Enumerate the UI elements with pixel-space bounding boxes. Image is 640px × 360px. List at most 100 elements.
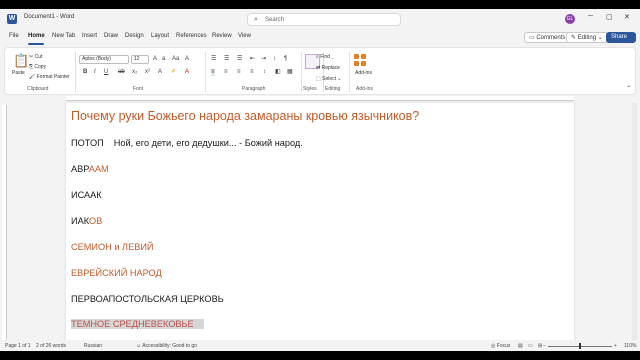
collapse-ribbon-icon[interactable]: ⌃ [626, 86, 631, 93]
paste-icon[interactable]: 📋 [13, 54, 29, 67]
find-label: Find [320, 54, 330, 60]
change-case-icon[interactable]: Aa [172, 56, 179, 63]
doc-line-text: ИАК [71, 216, 89, 226]
cut-button[interactable]: ✂ Cut [29, 54, 42, 60]
tab-design[interactable]: Design [125, 33, 144, 39]
decrease-indent-icon[interactable]: ⇤ [250, 56, 255, 63]
user-avatar[interactable]: GL [565, 14, 575, 24]
line-spacing-icon[interactable]: ↕ [263, 69, 266, 76]
tab-home[interactable]: Home [28, 33, 45, 39]
brush-icon: 🖌 [29, 74, 37, 80]
copy-label: Copy [34, 64, 47, 70]
text-effects-icon[interactable]: A [158, 69, 162, 76]
clear-formatting-icon[interactable]: A [185, 56, 189, 63]
ribbon: 📋 Paste ✂ Cut ⎘ Copy 🖌 Format Painter Cl… [4, 47, 636, 95]
doc-line-early-church: ПЕРВОАПОСТОЛЬСКАЯ ЦЕРКОВЬ [71, 294, 224, 304]
find-button[interactable]: ⌕ Find ⌄ [316, 54, 334, 60]
tab-view[interactable]: View [238, 33, 251, 39]
focus-button[interactable]: ◎ Focus [491, 343, 510, 349]
search-icon: ⌕ [254, 16, 258, 23]
numbering-icon[interactable]: ☰ [224, 56, 229, 63]
title-bar: W Document1 - Word ⌕ Search GL ─ ▢ ✕ [0, 9, 640, 29]
document-page[interactable]: Почему руки Божьего народа замараны кров… [66, 103, 574, 351]
print-layout-icon[interactable]: ▭ [528, 343, 533, 349]
zoom-slider-thumb[interactable] [579, 343, 581, 349]
shrink-font-icon[interactable]: a [162, 56, 165, 63]
styles-group-label: Styles [303, 86, 317, 92]
horizontal-ruler[interactable] [66, 96, 574, 101]
tab-file[interactable]: File [9, 33, 19, 39]
align-center-icon[interactable]: ≡ [224, 69, 228, 76]
tab-review[interactable]: Review [212, 33, 232, 39]
format-painter-label: Format Painter [36, 74, 70, 80]
vertical-ruler[interactable] [2, 105, 7, 345]
underline-icon[interactable]: U [104, 69, 108, 76]
accessibility-status[interactable]: ☺ Accessibility: Good to go [136, 343, 197, 349]
web-layout-icon[interactable]: ⊞ [538, 343, 542, 349]
strikethrough-icon[interactable]: ab [118, 69, 125, 76]
pencil-icon: ✎ [571, 35, 578, 41]
add-ins-icon[interactable] [354, 54, 367, 67]
tab-draw[interactable]: Draw [104, 33, 118, 39]
search-box[interactable]: ⌕ Search [247, 13, 401, 26]
search-placeholder: Search [265, 17, 285, 23]
share-label: Share [611, 34, 628, 40]
increase-indent-icon[interactable]: ⇥ [261, 56, 266, 63]
editing-mode-button[interactable]: ✎ Editing ⌄ [566, 32, 608, 43]
editing-mode-label: Editing [577, 35, 597, 41]
doc-line-isaac: ИСААК [71, 190, 102, 200]
word-app-icon: W [7, 14, 17, 24]
align-left-icon[interactable]: ≡ [211, 69, 215, 76]
doc-line-text: Ной, его дети, его дедушки... - Божий на… [113, 138, 303, 148]
close-icon[interactable]: ✕ [624, 13, 630, 21]
justify-icon[interactable]: ≡ [250, 69, 254, 76]
subscript-icon[interactable]: x₂ [132, 69, 137, 76]
vertical-scrollbar[interactable] [632, 103, 637, 351]
format-painter-button[interactable]: 🖌 Format Painter [29, 74, 70, 80]
doc-line-simeon-levi: СЕМИОН и ЛЕВИЙ [71, 242, 154, 252]
font-name-select[interactable]: Aptos (Body) [79, 55, 129, 64]
page-count[interactable]: Page 1 of 1 [5, 343, 31, 349]
select-label: Select [322, 76, 337, 82]
maximize-icon[interactable]: ▢ [606, 13, 613, 21]
add-ins-group-label: Add-ins [356, 86, 373, 92]
doc-line-text: АВР [71, 164, 89, 174]
select-button[interactable]: ⬚ Select ⌄ [316, 76, 342, 82]
pilcrow-icon[interactable]: ¶ [284, 56, 287, 63]
tab-new-tab[interactable]: New Tab [52, 33, 75, 39]
sort-icon[interactable]: ↕ [273, 56, 276, 63]
font-size-select[interactable]: 12 [131, 55, 149, 64]
add-ins-button[interactable]: Add-ins [355, 70, 372, 76]
tab-layout[interactable]: Layout [151, 33, 169, 39]
multilevel-list-icon[interactable]: ☰ [237, 56, 242, 63]
bullets-icon[interactable]: ☰ [211, 56, 216, 63]
zoom-level[interactable]: 110% [624, 343, 636, 349]
superscript-icon[interactable]: x² [145, 69, 150, 76]
shading-icon[interactable]: ◧ [275, 69, 281, 76]
italic-icon[interactable]: I [94, 69, 96, 76]
tab-references[interactable]: References [176, 33, 207, 39]
borders-icon[interactable]: ▦ [287, 69, 293, 76]
grow-font-icon[interactable]: A [153, 56, 157, 63]
comments-button[interactable]: ▭ Comments [524, 32, 571, 43]
bold-icon[interactable]: B [83, 69, 87, 76]
share-button[interactable]: Share [606, 32, 636, 43]
status-bar: Page 1 of 1 2 of 26 words Russian ☺ Acce… [0, 340, 640, 351]
ribbon-tabs: File Home New Tab Insert Draw Design Lay… [0, 31, 640, 45]
paste-label[interactable]: Paste [12, 70, 25, 76]
tab-insert[interactable]: Insert [82, 33, 97, 39]
minimize-icon[interactable]: ─ [588, 13, 593, 20]
doc-line-text: ПОТОП [71, 138, 104, 148]
zoom-out-icon[interactable]: − [543, 343, 546, 349]
zoom-in-icon[interactable]: + [614, 343, 617, 349]
align-right-icon[interactable]: ≡ [237, 69, 241, 76]
font-color-icon[interactable]: A [185, 69, 189, 76]
copy-button[interactable]: ⎘ Copy [29, 64, 46, 70]
language-status[interactable]: Russian [84, 343, 102, 349]
doc-line-dark-ages-selected: ТЕМНОЕ СРЕДНЕВЕКОВЬЕ [71, 319, 204, 329]
highlight-icon[interactable]: ✐ [171, 69, 176, 76]
word-count[interactable]: 2 of 26 words [36, 343, 66, 349]
doc-line-text: ОВ [88, 216, 103, 226]
replace-button[interactable]: ⇄ Replace [316, 65, 340, 71]
read-mode-icon[interactable]: ▤ [518, 343, 523, 349]
